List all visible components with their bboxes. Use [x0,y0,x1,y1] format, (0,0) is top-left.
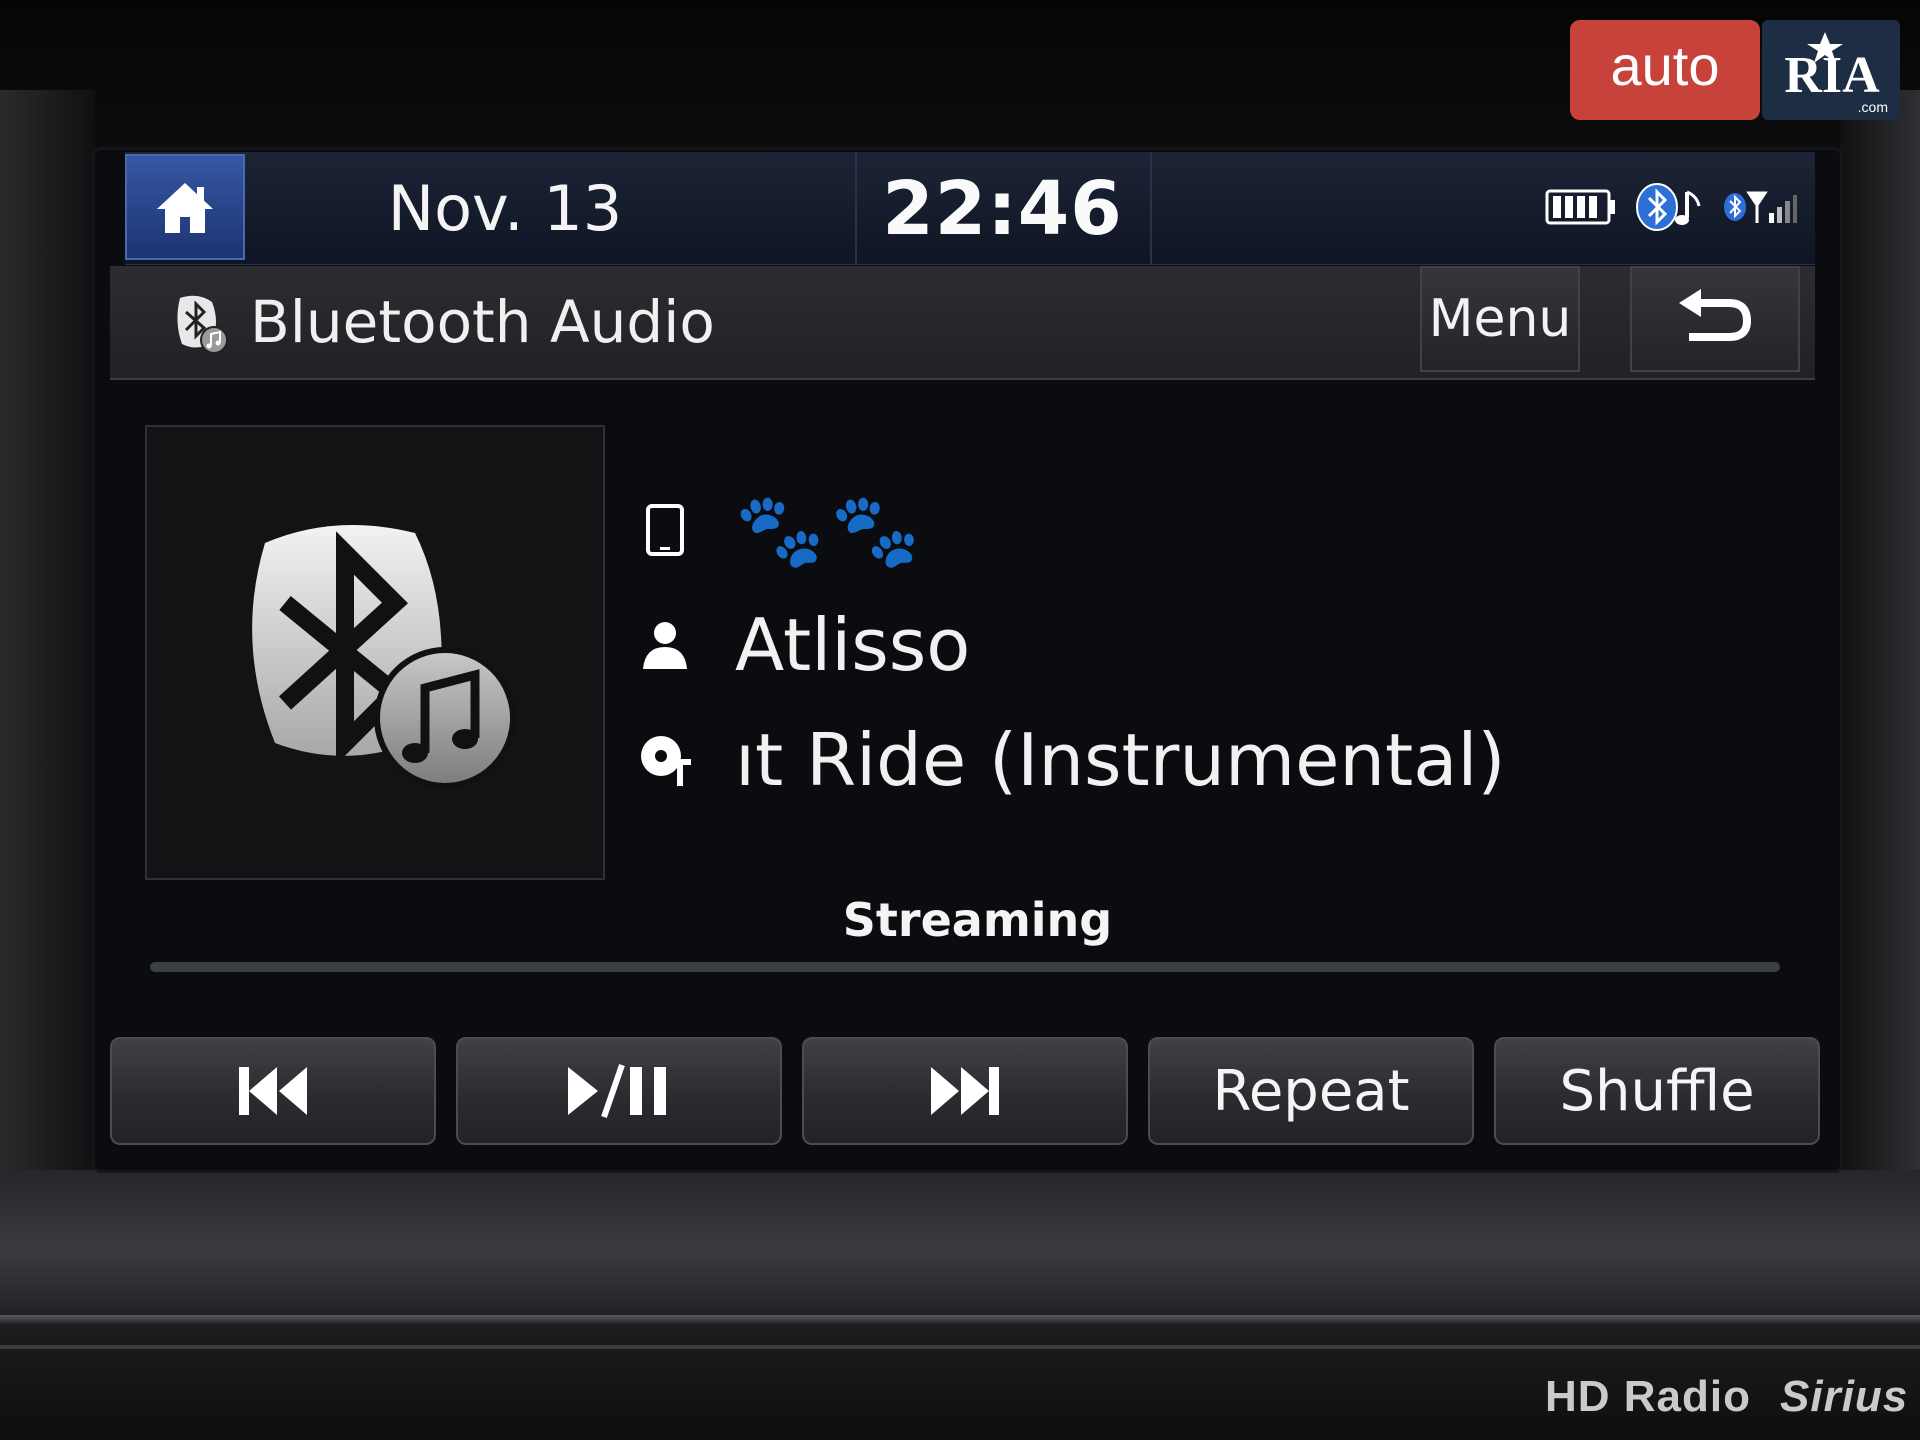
title-bar: Bluetooth Audio Menu [110,266,1815,380]
playback-mode-label: Streaming [842,893,1113,947]
home-button[interactable] [125,154,245,260]
back-arrow-icon [1679,289,1752,341]
play-pause-icon [568,1064,666,1118]
next-track-button[interactable] [802,1037,1128,1145]
song-row: ıt Ride (Instrumental) [635,715,1505,805]
album-art [145,425,605,880]
svg-text:.com: .com [1858,99,1888,115]
repeat-button[interactable]: Repeat [1148,1037,1474,1145]
hd-radio-logo: HD Radio [1545,1372,1751,1421]
menu-button[interactable]: Menu [1420,266,1580,372]
bluetooth-audio-source-icon [177,295,228,354]
bluetooth-music-artwork-icon [252,524,516,789]
head-unit-screen: Nov. 13 22:46 Bluetooth Audio Menu 🐾🐾 At… [95,150,1840,1170]
bluetooth-audio-icon [1636,183,1701,231]
device-icon [646,504,684,556]
sirius-logo: Sirius [1780,1372,1909,1421]
artist-row: Atlisso [635,600,970,690]
skip-previous-icon [239,1067,307,1115]
device-name: 🐾🐾 [735,487,927,572]
artist-icon [643,622,687,669]
auto-ria-watermark-logo: auto RIA .com [1570,20,1900,120]
dashboard-bezel-left [0,90,95,1200]
back-button[interactable] [1630,266,1800,372]
status-icons [1545,182,1798,232]
dashboard-trim [0,1315,1920,1323]
shuffle-button[interactable]: Shuffle [1494,1037,1820,1145]
svg-text:auto: auto [1611,34,1720,97]
play-pause-button[interactable] [456,1037,782,1145]
dashboard-bezel-right [1840,90,1920,1200]
song-title: ıt Ride (Instrumental) [735,718,1506,802]
previous-track-button[interactable] [110,1037,436,1145]
bluetooth-signal-icon [1724,191,1797,223]
device-row: 🐾🐾 [635,485,926,575]
page-title: Bluetooth Audio [250,288,715,356]
dashboard-trim-lower [0,1345,1920,1349]
artist-name: Atlisso [735,603,971,687]
status-clock: 22:46 [882,166,1123,252]
status-date: Nov. 13 [387,172,623,245]
status-divider [1150,152,1152,264]
song-title-icon [641,736,691,786]
home-icon [157,183,213,233]
status-bar: Nov. 13 22:46 [125,152,1815,265]
progress-bar [150,962,1780,972]
battery-icon [1545,189,1615,225]
playback-controls: Repeat Shuffle [110,1037,1820,1149]
skip-next-icon [931,1067,999,1115]
